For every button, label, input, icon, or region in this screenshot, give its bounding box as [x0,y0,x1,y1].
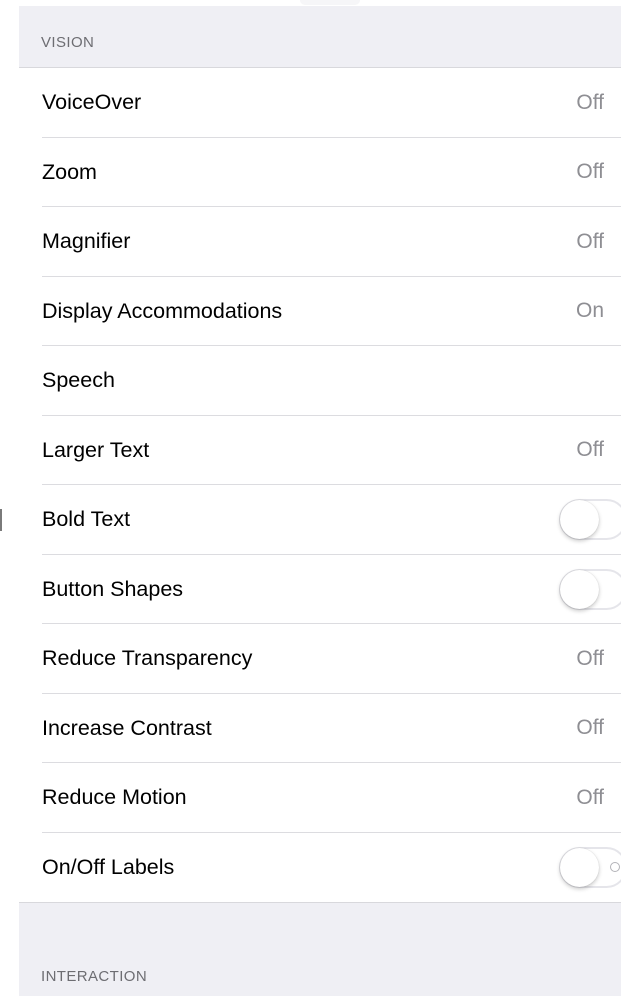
row-label: Zoom [42,159,97,184]
settings-panel: VISION VoiceOver Off Zoom Off Magnifier … [19,6,621,996]
vision-settings-list: VoiceOver Off Zoom Off Magnifier Off Dis… [19,67,621,903]
row-value: Off [576,160,604,184]
accessibility-settings-screen: VISION VoiceOver Off Zoom Off Magnifier … [0,0,621,996]
row-label: Larger Text [42,437,150,462]
circle-o-icon [610,861,620,872]
button-shapes-toggle[interactable] [559,568,621,610]
row-zoom[interactable]: Zoom Off [19,138,621,208]
row-button-shapes: Button Shapes [19,555,621,625]
bold-text-toggle[interactable] [559,499,621,541]
row-value: Off [576,438,604,462]
row-reduce-transparency[interactable]: Reduce Transparency Off [19,624,621,694]
row-label: Increase Contrast [42,715,212,740]
vision-section-header: VISION [41,34,95,51]
row-reduce-motion[interactable]: Reduce Motion Off [19,763,621,833]
row-label: Reduce Transparency [42,646,253,671]
row-value: Off [576,90,604,114]
edge-marker [0,509,2,531]
row-value: Off [576,716,604,740]
row-on-off-labels: On/Off Labels [19,833,621,903]
row-value: Off [576,229,604,253]
interaction-section-header: INTERACTION [41,968,148,985]
row-value: Off [576,646,604,670]
row-voiceover[interactable]: VoiceOver Off [19,68,621,138]
scroll-indicator [300,0,360,5]
toggle-knob [560,500,599,540]
row-larger-text[interactable]: Larger Text Off [19,416,621,486]
row-display-accommodations[interactable]: Display Accommodations On [19,277,621,347]
row-label: Button Shapes [42,576,184,601]
row-value: On [575,299,604,323]
toggle-knob [560,847,599,887]
row-label: Magnifier [42,229,131,254]
row-value: Off [576,785,604,809]
toggle-knob [560,569,599,609]
row-label: VoiceOver [42,90,142,115]
row-label: Speech [42,368,115,393]
row-speech[interactable]: Speech [19,346,621,416]
row-magnifier[interactable]: Magnifier Off [19,207,621,277]
row-label: Bold Text [42,507,131,532]
row-bold-text: Bold Text [19,485,621,555]
row-label: Reduce Motion [42,785,187,810]
on-off-labels-toggle[interactable] [559,846,621,888]
row-label: Display Accommodations [42,298,283,323]
row-increase-contrast[interactable]: Increase Contrast Off [19,694,621,764]
row-label: On/Off Labels [42,854,175,879]
